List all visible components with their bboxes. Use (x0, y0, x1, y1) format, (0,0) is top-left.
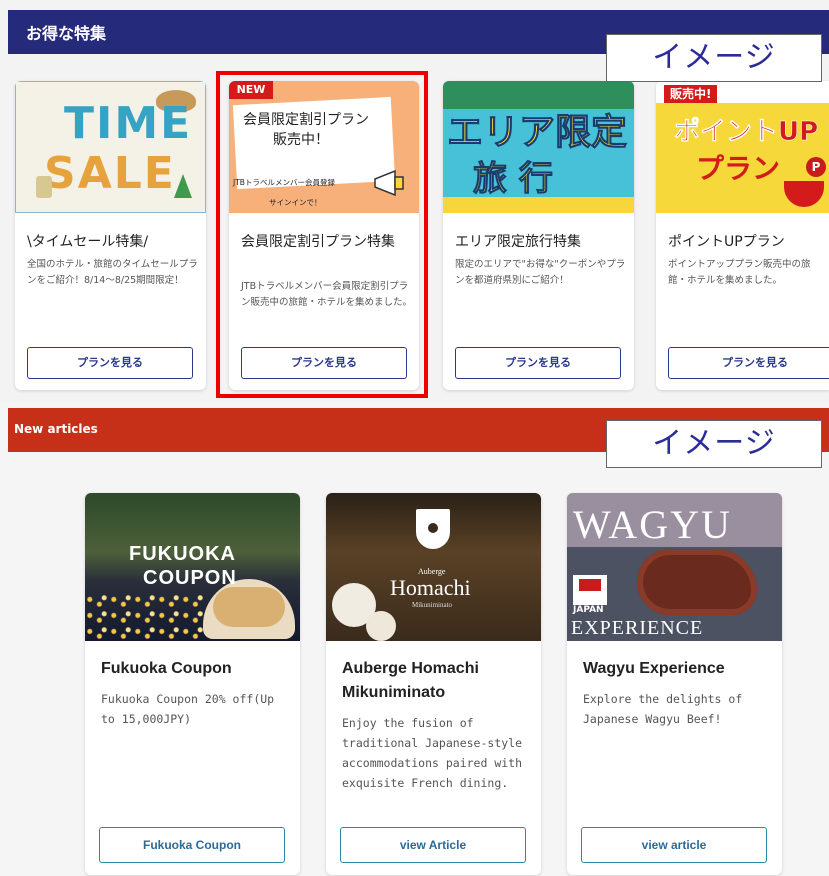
view-article-button[interactable]: view Article (340, 827, 526, 863)
ramen-soup-illustration (213, 587, 285, 627)
fukuoka-coupon-thumbnail[interactable]: FUKUOKA COUPON (85, 493, 300, 641)
point-up-thumbnail[interactable]: 販売中! ポイントUP プラン P (656, 81, 829, 213)
thumb-text: EXPERIENCE (571, 617, 704, 639)
fukuoka-coupon-button[interactable]: Fukuoka Coupon (99, 827, 285, 863)
thumb-text: TIME (64, 98, 193, 149)
thumb-text: 旅 行 (473, 159, 554, 200)
card-title[interactable]: ポイントUPプラン (668, 231, 823, 253)
highlight-box (216, 71, 428, 398)
feature-card-time-sale[interactable]: TIME SALE \タイムセール特集/ 全国のホテル・旅館のタイムセールプラン… (15, 81, 206, 390)
thumb-text: COUPON (143, 567, 237, 589)
article-card-fukuoka[interactable]: FUKUOKA COUPON Fukuoka Coupon Fukuoka Co… (85, 493, 300, 875)
card-title[interactable]: \タイムセール特集/ (27, 231, 200, 253)
featured-section: お得な特集 TIME SALE \タイムセール特集/ 全国のホテル・旅館のタイム… (0, 0, 829, 402)
image-label: イメージ (606, 34, 822, 82)
tree-illustration (174, 174, 192, 198)
steak-illustration (637, 549, 757, 615)
thumb-text: プラン (696, 152, 781, 185)
new-articles-title: New articles (14, 422, 98, 436)
wagyu-thumbnail[interactable]: WAGYU JAPAN EXPERIENCE (567, 493, 782, 641)
decorative-stripe (443, 197, 634, 213)
thumb-text: JAPAN (573, 605, 604, 615)
dish-illustration (366, 611, 396, 641)
article-card-homachi[interactable]: Auberge Homachi Mikuniminato Auberge Hom… (326, 493, 541, 875)
view-plan-button[interactable]: プランを見る (27, 347, 193, 379)
suitcase-illustration (36, 176, 52, 198)
article-description: Fukuoka Coupon 20% off(Up to 15,000JPY) (101, 692, 275, 726)
article-description: Explore the delights of Japanese Wagyu B… (583, 692, 743, 726)
thumb-text: ポイントUP (674, 117, 819, 148)
card-description: ポイントアッププラン販売中の旅館・ホテルを集めました。 (668, 259, 811, 286)
on-sale-badge: 販売中! (664, 85, 718, 103)
article-title[interactable]: Wagyu Experience (583, 657, 774, 681)
article-card-wagyu[interactable]: WAGYU JAPAN EXPERIENCE Wagyu Experience … (567, 493, 782, 875)
thumb-text: エリア限定 (446, 112, 628, 154)
new-articles-section: New articles FUKUOKA COUPON Fukuoka Coup… (0, 402, 829, 876)
view-article-button[interactable]: view article (581, 827, 767, 863)
feature-card-area-limited[interactable]: エリア限定 旅 行 エリア限定旅行特集 限定のエリアで"お得な"クーポンやプラン… (443, 81, 634, 390)
view-plan-button[interactable]: プランを見る (455, 347, 621, 379)
card-description: 限定のエリアで"お得な"クーポンやプランを都道府県別にご紹介！ (455, 259, 626, 286)
article-description: Enjoy the fusion of traditional Japanese… (342, 716, 523, 790)
thumb-text: Homachi (390, 575, 471, 600)
card-description: 全国のホテル・旅館のタイムセールプランをご紹介！8/14〜8/25期間限定！ (27, 259, 198, 286)
card-title[interactable]: エリア限定旅行特集 (455, 231, 628, 253)
arrow-illustration (784, 181, 824, 207)
image-label: イメージ (606, 420, 822, 468)
thumb-text: SALE (44, 148, 176, 199)
featured-section-title: お得な特集 (26, 24, 107, 43)
japan-beef-logo-mark (579, 579, 601, 591)
view-plan-button[interactable]: プランを見る (668, 347, 829, 379)
homachi-thumbnail[interactable]: Auberge Homachi Mikuniminato (326, 493, 541, 641)
thumb-text: WAGYU (573, 502, 732, 547)
point-coin-icon: P (806, 157, 826, 177)
thumb-text: Mikuniminato (412, 601, 453, 609)
article-title[interactable]: Fukuoka Coupon (101, 657, 292, 681)
time-sale-thumbnail[interactable]: TIME SALE (15, 81, 206, 213)
article-title[interactable]: Auberge Homachi Mikuniminato (342, 657, 533, 705)
area-limited-thumbnail[interactable]: エリア限定 旅 行 (443, 81, 634, 213)
feature-card-point-up[interactable]: 販売中! ポイントUP プラン P ポイントUPプラン ポイントアッププラン販売… (656, 81, 829, 390)
thumb-text: FUKUOKA (129, 543, 236, 565)
crest-dot (428, 523, 438, 533)
city-lights-illustration (85, 593, 203, 641)
